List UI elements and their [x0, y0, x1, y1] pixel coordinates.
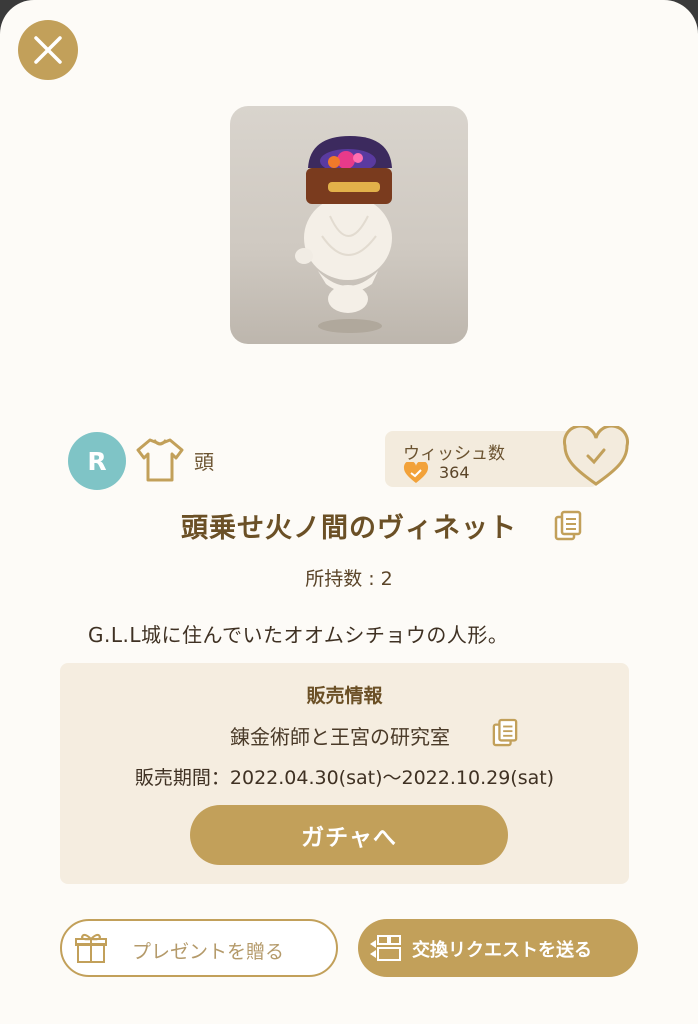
category-label: 頭 [194, 450, 214, 474]
wish-label: ウィッシュ数 [403, 444, 505, 464]
heart-icon [403, 462, 429, 483]
exchange-request-button[interactable]: 交換リクエストを送る [358, 919, 638, 977]
close-icon [34, 36, 62, 64]
sale-heading: 販売情報 [306, 685, 383, 707]
gacha-button[interactable]: ガチャへ [190, 805, 508, 865]
close-button[interactable] [18, 20, 78, 80]
present-button-label: プレゼントを贈る [132, 941, 285, 963]
item-title: 頭乗せ火ノ間のヴィネット [181, 513, 517, 544]
wish-count: 364 [439, 463, 470, 482]
present-button[interactable]: プレゼントを贈る [60, 919, 338, 977]
shirt-icon [136, 438, 184, 482]
exchange-icon [370, 935, 401, 961]
copy-icon[interactable] [554, 510, 582, 542]
copy-icon[interactable] [492, 717, 518, 749]
owned-count: 所持数 : 2 [305, 568, 393, 590]
item-preview-image [230, 106, 468, 344]
exchange-button-label: 交換リクエストを送る [412, 940, 592, 961]
sale-period: 販売期間：2022.04.30(sat)〜2022.10.29(sat) [134, 767, 555, 789]
rarity-badge: R [68, 432, 126, 490]
item-description: G.L.L城に住んでいたオオムシチョウの人形。 [88, 623, 509, 647]
item-detail-card: R 頭 ウィッシュ数 364 頭乗せ火ノ間のヴィネット 所持数 : 2 G.L.… [0, 0, 698, 1024]
sale-name: 錬金術師と王宮の研究室 [230, 725, 450, 749]
sale-info-box: 販売情報 錬金術師と王宮の研究室 販売期間：2022.04.30(sat)〜20… [60, 663, 629, 884]
heart-check-icon[interactable] [562, 426, 630, 488]
gift-icon [75, 933, 107, 963]
